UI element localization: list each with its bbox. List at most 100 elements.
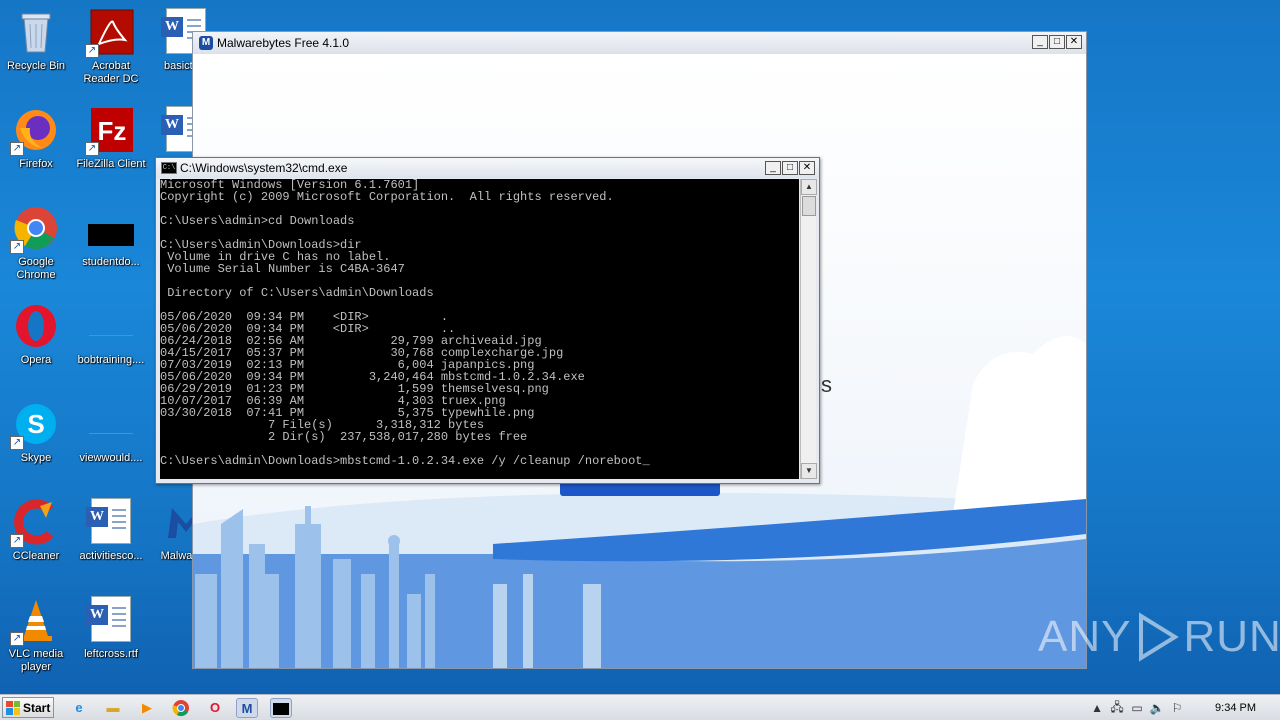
skype-icon: S ↗ <box>10 400 60 450</box>
opera-taskbar-icon[interactable]: O <box>204 698 226 718</box>
desktop-icon-chrome[interactable]: ↗ Google Chrome <box>0 200 74 286</box>
scrollbar-thumb[interactable] <box>802 196 816 216</box>
desktop-icon-label: bobtraining.... <box>77 354 145 366</box>
desktop-icon-studentdo[interactable]: studentdo... <box>73 200 149 286</box>
desktop-icon-label: leftcross.rtf <box>84 648 138 660</box>
play-icon <box>1139 612 1180 662</box>
watermark-text-left: ANY <box>1038 612 1132 661</box>
desktop-icon-label: Acrobat Reader DC <box>83 60 139 85</box>
shortcut-arrow-icon: ↗ <box>85 44 99 58</box>
vertical-scrollbar[interactable]: ▲ ▼ <box>800 179 817 479</box>
windows-logo-icon <box>6 700 20 715</box>
show-hidden-icons-icon[interactable]: ▲ <box>1087 701 1107 715</box>
maximize-button[interactable]: □ <box>782 161 798 175</box>
taskbar: Start e ▬ ▶ O M ▲ 🖧 ▭ 🔈 ⚐ 9:34 PM <box>0 694 1280 720</box>
ccleaner-icon: ↗ <box>10 498 60 548</box>
console-line: Volume Serial Number is C4BA-3647 <box>160 262 405 276</box>
desktop-icon-acrobat[interactable]: ↗ Acrobat Reader DC <box>73 4 149 90</box>
shortcut-arrow-icon: ↗ <box>10 142 24 156</box>
desktop-icon-vlc[interactable]: ↗ VLC media player <box>0 592 74 678</box>
desktop-icon-label: Skype <box>20 452 52 464</box>
desktop-icon-label: studentdo... <box>82 256 140 268</box>
close-button[interactable]: ✕ <box>1066 35 1082 49</box>
console-line: C:\Users\admin>cd Downloads <box>160 214 355 228</box>
desktop-icon-label: activitiesco... <box>79 550 143 562</box>
cmd-titlebar[interactable]: C:\ C:\Windows\system32\cmd.exe _ □ ✕ <box>156 158 819 178</box>
desktop-icon-label: VLC media player <box>8 648 64 673</box>
chrome-taskbar-icon[interactable] <box>170 698 192 718</box>
shortcut-arrow-icon: ↗ <box>85 142 99 156</box>
desktop-icon-label: Opera <box>20 354 52 366</box>
start-label: Start <box>23 700 51 715</box>
desktop-icon-bobtraining[interactable]: bobtraining.... <box>73 298 149 384</box>
scroll-up-icon[interactable]: ▲ <box>801 179 817 195</box>
shortcut-arrow-icon: ↗ <box>10 534 24 548</box>
file-thumbnail-icon <box>87 302 135 350</box>
minimize-button[interactable]: _ <box>1032 35 1048 49</box>
malwarebytes-title: Malwarebytes Free 4.1.0 <box>217 36 350 50</box>
desktop-icon-label: CCleaner <box>12 550 60 562</box>
console-output[interactable]: Microsoft Windows [Version 6.1.7601] Copy… <box>160 179 799 479</box>
malwarebytes-taskbar-icon[interactable]: M <box>236 698 258 718</box>
internet-explorer-icon[interactable]: e <box>68 698 90 718</box>
malwarebytes-primary-button[interactable] <box>560 484 720 496</box>
shortcut-arrow-icon: ↗ <box>10 436 24 450</box>
watermark-text-right: RUN <box>1183 612 1280 661</box>
word-document-icon: W <box>86 498 135 546</box>
firefox-icon: ↗ <box>10 106 60 156</box>
svg-text:S: S <box>27 409 44 439</box>
acrobat-reader-icon: ↗ <box>85 8 135 58</box>
start-button[interactable]: Start <box>2 697 54 718</box>
file-thumbnail-icon <box>87 400 135 448</box>
word-document-icon: W <box>86 596 135 644</box>
desktop-icon-opera[interactable]: Opera <box>0 298 74 384</box>
filezilla-icon: Fz ↗ <box>85 106 135 156</box>
svg-text:Fz: Fz <box>98 116 127 146</box>
malwarebytes-logo-icon: M <box>199 36 213 50</box>
console-line: Copyright (c) 2009 Microsoft Corporation… <box>160 190 614 204</box>
desktop-icon-leftcross[interactable]: W leftcross.rtf <box>73 592 149 678</box>
clock[interactable]: 9:34 PM <box>1215 702 1256 714</box>
desktop-icon-label: Firefox <box>19 158 53 170</box>
close-button[interactable]: ✕ <box>799 161 815 175</box>
maximize-button[interactable]: □ <box>1049 35 1065 49</box>
opera-icon <box>12 302 60 350</box>
console-line: 2 Dir(s) 237,538,017,280 bytes free <box>160 430 528 444</box>
malwarebytes-titlebar[interactable]: M Malwarebytes Free 4.1.0 _ □ ✕ <box>193 32 1086 54</box>
monitor-icon[interactable]: ▭ <box>1127 701 1147 715</box>
cmd-window[interactable]: C:\ C:\Windows\system32\cmd.exe _ □ ✕ Mi… <box>155 157 820 484</box>
minimize-button[interactable]: _ <box>765 161 781 175</box>
desktop-icon-label: viewwould.... <box>79 452 143 464</box>
desktop-icon-label: Google Chrome <box>16 256 56 281</box>
scroll-down-icon[interactable]: ▼ <box>801 463 817 479</box>
shortcut-arrow-icon: ↗ <box>10 632 24 646</box>
cmd-prompt-icon: C:\ <box>161 162 177 174</box>
file-explorer-icon[interactable]: ▬ <box>102 698 124 718</box>
malwarebytes-heading-fragment: s <box>821 372 832 397</box>
media-player-icon[interactable]: ▶ <box>136 698 158 718</box>
system-tray: ▲ 🖧 ▭ 🔈 ⚐ 9:34 PM <box>1087 695 1280 720</box>
chrome-icon: ↗ <box>10 204 60 254</box>
desktop-icon-label: FileZilla Client <box>76 158 146 170</box>
console-text: Microsoft Windows [Version 6.1.7601] Copy… <box>160 179 799 467</box>
cmd-title: C:\Windows\system32\cmd.exe <box>180 161 348 175</box>
cmd-taskbar-icon[interactable] <box>270 698 292 718</box>
console-line: C:\Users\admin\Downloads>mbstcmd-1.0.2.3… <box>160 454 650 468</box>
desktop-icon-skype[interactable]: S ↗ Skype <box>0 396 74 482</box>
action-center-flag-icon[interactable]: ⚐ <box>1167 701 1187 715</box>
black-thumbnail-icon <box>87 204 135 252</box>
desktop-icon-activitiesco[interactable]: W activitiesco... <box>73 494 149 580</box>
console-line: Directory of C:\Users\admin\Downloads <box>160 286 434 300</box>
desktop-icon-filezilla[interactable]: Fz ↗ FileZilla Client <box>73 102 149 188</box>
desktop-icon-label: Recycle Bin <box>6 60 66 72</box>
network-icon[interactable]: 🖧 <box>1107 698 1127 719</box>
shortcut-arrow-icon: ↗ <box>10 240 24 254</box>
desktop-icon-firefox[interactable]: ↗ Firefox <box>0 102 74 188</box>
desktop-icon-recycle-bin[interactable]: Recycle Bin <box>0 4 74 90</box>
desktop-icon-viewwould[interactable]: viewwould.... <box>73 396 149 482</box>
volume-icon[interactable]: 🔈 <box>1147 701 1167 715</box>
recycle-bin-icon <box>12 8 60 56</box>
anyrun-watermark: ANY RUN <box>1038 612 1280 662</box>
desktop-icon-ccleaner[interactable]: ↗ CCleaner <box>0 494 74 580</box>
vlc-cone-icon: ↗ <box>10 596 60 646</box>
